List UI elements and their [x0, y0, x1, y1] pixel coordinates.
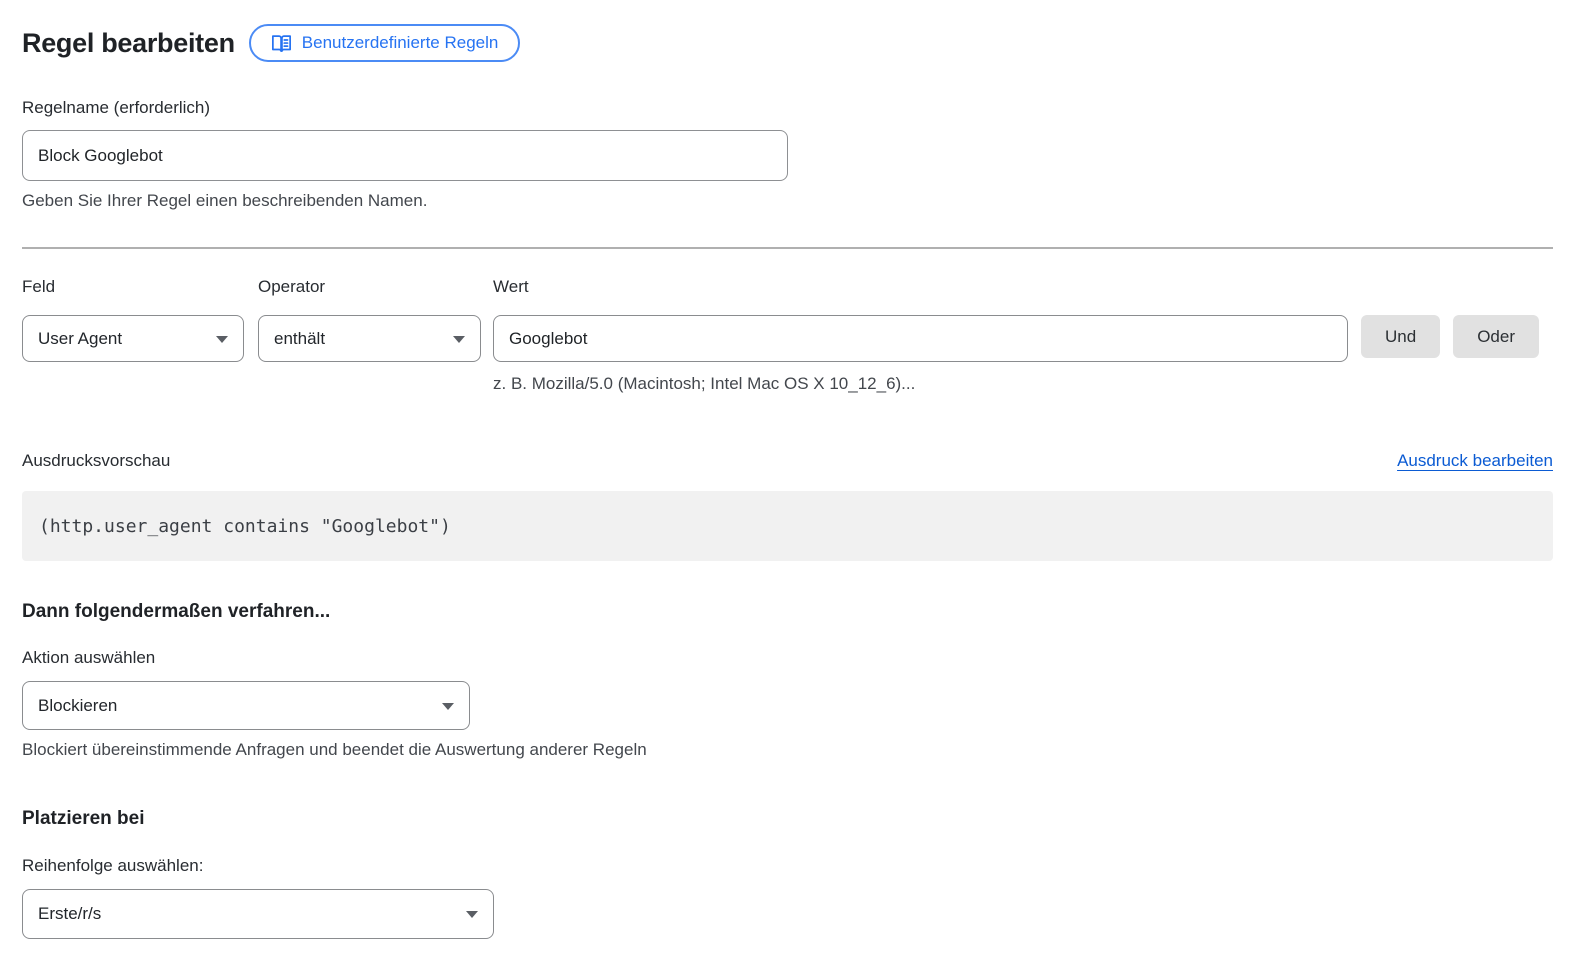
page-header: Regel bearbeiten Benutzerdefinierte Rege…: [22, 24, 1553, 62]
operator-label: Operator: [258, 277, 481, 297]
value-help: z. B. Mozilla/5.0 (Macintosh; Intel Mac …: [493, 374, 1348, 394]
section-divider: [22, 247, 1553, 249]
placement-section: Platzieren bei Reihenfolge auswählen: Er…: [22, 808, 1553, 939]
action-label: Aktion auswählen: [22, 648, 1553, 668]
custom-rules-docs-label: Benutzerdefinierte Regeln: [302, 33, 499, 53]
chevron-down-icon: [453, 336, 465, 343]
action-heading: Dann folgendermaßen verfahren...: [22, 601, 1553, 623]
open-book-icon: [271, 34, 292, 53]
chevron-down-icon: [216, 336, 228, 343]
chevron-down-icon: [466, 911, 478, 918]
order-selected-value: Erste/r/s: [38, 904, 101, 924]
rule-name-label: Regelname (erforderlich): [22, 98, 1553, 118]
expression-preview-box: (http.user_agent contains "Googlebot"): [22, 491, 1553, 561]
rule-name-section: Regelname (erforderlich) Geben Sie Ihrer…: [22, 98, 1553, 211]
custom-rules-docs-button[interactable]: Benutzerdefinierte Regeln: [249, 24, 521, 62]
or-button[interactable]: Oder: [1453, 315, 1539, 358]
rule-name-input[interactable]: [22, 130, 788, 181]
placement-label: Reihenfolge auswählen:: [22, 856, 1553, 876]
condition-row: Feld User Agent Operator enthält Wert z.…: [22, 277, 1553, 394]
expression-code: (http.user_agent contains "Googlebot"): [39, 516, 451, 537]
edit-expression-link[interactable]: Ausdruck bearbeiten: [1397, 451, 1553, 471]
placement-heading: Platzieren bei: [22, 808, 1553, 830]
operator-selected-value: enthält: [274, 329, 325, 349]
field-selected-value: User Agent: [38, 329, 122, 349]
page-title: Regel bearbeiten: [22, 28, 235, 59]
expression-preview-label: Ausdrucksvorschau: [22, 451, 170, 471]
rule-name-help: Geben Sie Ihrer Regel einen beschreibend…: [22, 191, 1553, 211]
field-select[interactable]: User Agent: [22, 315, 244, 362]
chevron-down-icon: [442, 703, 454, 710]
operator-select[interactable]: enthält: [258, 315, 481, 362]
rule-editor-page: Regel bearbeiten Benutzerdefinierte Rege…: [0, 0, 1570, 939]
operator-column: Operator enthält: [258, 277, 481, 362]
value-input[interactable]: [493, 315, 1348, 362]
field-column: Feld User Agent: [22, 277, 244, 362]
field-label: Feld: [22, 277, 244, 297]
order-select[interactable]: Erste/r/s: [22, 889, 494, 939]
action-select[interactable]: Blockieren: [22, 681, 470, 730]
expression-header: Ausdrucksvorschau Ausdruck bearbeiten: [22, 451, 1553, 471]
and-button[interactable]: Und: [1361, 315, 1440, 358]
value-column: Wert z. B. Mozilla/5.0 (Macintosh; Intel…: [493, 277, 1348, 394]
action-section: Dann folgendermaßen verfahren... Aktion …: [22, 601, 1553, 760]
action-selected-value: Blockieren: [38, 696, 117, 716]
action-help: Blockiert übereinstimmende Anfragen und …: [22, 740, 1553, 760]
value-label: Wert: [493, 277, 1348, 297]
